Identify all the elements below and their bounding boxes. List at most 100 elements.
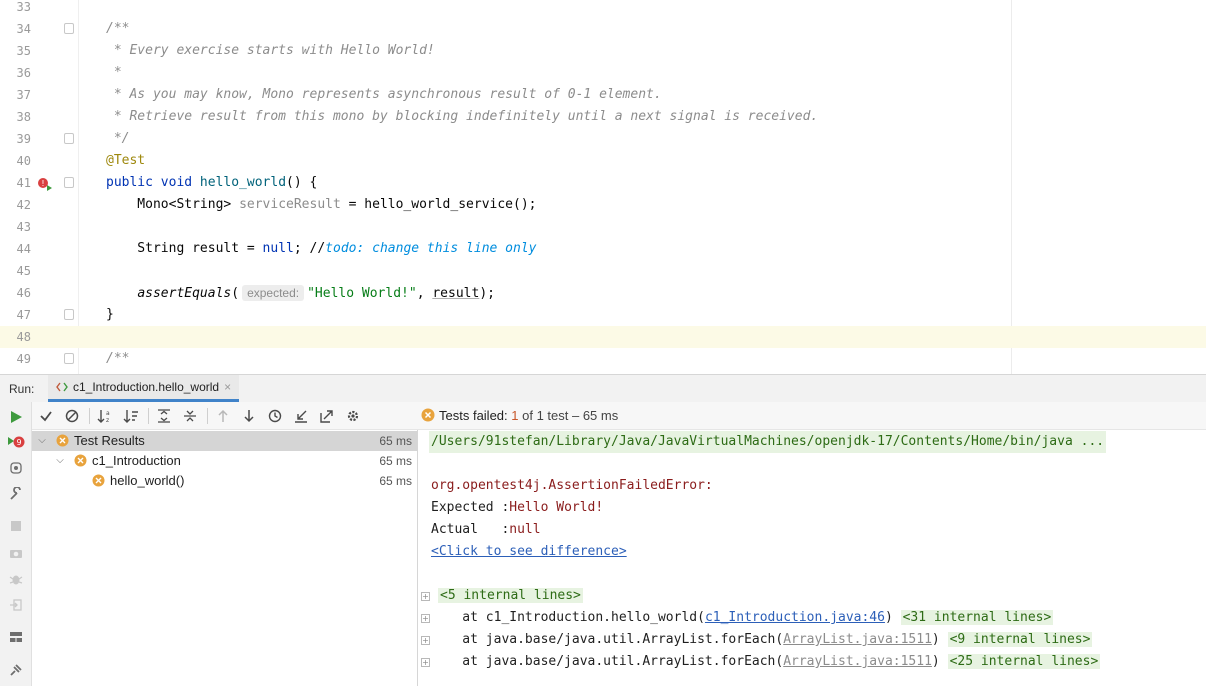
close-icon[interactable]: × [224,380,231,394]
fold-marker-icon[interactable] [64,177,74,188]
line-number: 46 [16,286,31,300]
run-label: Run: [9,382,35,396]
wrench-icon[interactable] [6,484,26,504]
expand-icon[interactable]: + [421,592,430,601]
fold-marker-icon[interactable] [64,133,74,144]
code-line[interactable]: 37 * As you may know, Mono represents as… [0,84,1206,106]
line-number: 45 [16,264,31,278]
expand-icon[interactable]: + [421,658,430,667]
code-line[interactable]: 34 /** [0,18,1206,40]
test-results-tree: ⌵ Test Results 65 ms ⌵ c1_Introduction 6… [32,430,418,686]
code-line[interactable]: 46 assertEquals(expected: "Hello World!",… [0,282,1206,304]
code-text: * [106,65,122,80]
console-actual-line: Actual :null [431,519,541,541]
source-link[interactable]: ArrayList.java:1511 [783,654,932,669]
see-difference-link[interactable]: <Click to see difference> [431,544,627,559]
sort-alpha-icon[interactable]: az [95,406,115,426]
todo-comment: todo: change this line only [325,241,537,256]
camera-icon[interactable] [6,543,26,563]
code-line[interactable]: 38 * Retrieve result from this mono by b… [0,106,1206,128]
console-output[interactable]: /Users/91stefan/Library/Java/JavaVirtual… [418,430,1206,686]
source-link[interactable]: ArrayList.java:1511 [783,632,932,647]
run-icon[interactable] [6,407,26,427]
prev-failed-icon[interactable] [213,406,233,426]
code-line[interactable]: 35 * Every exercise starts with Hello Wo… [0,40,1206,62]
code-line[interactable]: 36 * [0,62,1206,84]
code-text: @Test [106,153,146,168]
expand-icon[interactable]: + [421,614,430,623]
code-token: Mono<String> [106,197,240,212]
code-line[interactable]: 39 */ [0,128,1206,150]
pin-icon[interactable] [6,660,26,680]
console-diff-line: <Click to see difference> [431,541,627,563]
code-text: String result = null; //todo: change thi… [106,238,537,260]
chevron-down-icon[interactable]: ⌵ [36,431,48,451]
code-line[interactable]: 43 [0,216,1206,238]
cancel-icon[interactable] [62,406,82,426]
code-line[interactable]: 42 Mono<String> serviceResult = hello_wo… [0,194,1206,216]
fold-marker-icon[interactable] [64,23,74,34]
code-line[interactable]: 41 public void hello_world() { [0,172,1206,194]
line-number: 44 [16,242,31,256]
rerun-failed-icon[interactable]: 9 [6,432,26,452]
tree-row-test-method[interactable]: hello_world() 65 ms [32,471,417,491]
expand-all-icon[interactable] [154,406,174,426]
chevron-down-icon[interactable]: ⌵ [54,451,66,471]
tree-row-test-results[interactable]: ⌵ Test Results 65 ms [32,431,417,451]
internal-lines-fold[interactable]: <25 internal lines> [947,654,1101,669]
exit-icon[interactable] [6,595,26,615]
stop-icon[interactable] [6,516,26,536]
code-editor[interactable]: 33 34 /** 35 * Every exercise starts wit… [0,0,1206,374]
current-code-line[interactable]: 48 [0,326,1206,348]
fold-marker-icon[interactable] [64,309,74,320]
test-failed-icon [74,454,87,467]
run-config-tab[interactable]: c1_Introduction.hello_world × [48,375,240,402]
toolbar-separator [207,408,208,424]
internal-lines-fold[interactable]: <9 internal lines> [947,632,1093,647]
trace-text: ) [931,632,948,647]
code-token: = hello_world_service(); [340,197,537,212]
code-line[interactable]: 44 String result = null; //todo: change … [0,238,1206,260]
console-command-line[interactable]: /Users/91stefan/Library/Java/JavaVirtual… [429,431,1107,453]
line-number: 48 [16,330,31,344]
check-icon[interactable] [36,406,56,426]
code-text: public void hello_world() { [106,172,317,194]
settings-icon[interactable] [343,406,363,426]
svg-text:!: ! [41,179,44,188]
code-line[interactable]: 47 } [0,304,1206,326]
sort-duration-icon[interactable] [121,406,141,426]
line-number: 40 [16,154,31,168]
code-keyword: null [262,241,294,256]
import-tests-icon[interactable] [291,406,311,426]
code-line[interactable]: 45 [0,260,1206,282]
run-test-failed-gutter-icon[interactable]: ! [37,176,53,192]
internal-lines-fold[interactable]: <31 internal lines> [900,610,1054,625]
code-text: * Retrieve result from this mono by bloc… [106,109,819,124]
code-keyword: public void [106,175,200,190]
export-tests-icon[interactable] [317,406,337,426]
line-number: 39 [16,132,31,146]
expand-icon[interactable]: + [421,636,430,645]
console-expected-line: Expected :Hello World! [431,497,603,519]
tree-label: Test Results [74,433,145,448]
code-line[interactable]: 49 /** [0,348,1206,370]
test-class-icon [56,382,68,392]
test-failed-icon [92,474,105,487]
fold-marker-icon[interactable] [64,353,74,364]
source-link[interactable]: c1_Introduction.java:46 [705,610,885,625]
code-line[interactable]: 40 @Test [0,150,1206,172]
next-failed-icon[interactable] [239,406,259,426]
toggle-auto-test-icon[interactable] [6,458,26,478]
tree-row-test-class[interactable]: ⌵ c1_Introduction 65 ms [32,451,417,471]
collapse-all-icon[interactable] [180,406,200,426]
stack-trace-line: at c1_Introduction.hello_world(c1_Introd… [431,607,1054,629]
code-text: /** [106,21,130,36]
code-line[interactable]: 33 [0,0,1206,18]
trace-text: ) [884,610,901,625]
layout-icon[interactable] [6,627,26,647]
test-status-bar: Tests failed: 1 of 1 test – 65 ms [418,402,1206,430]
console-error-line: org.opentest4j.AssertionFailedError: [431,478,713,493]
internal-lines-fold[interactable]: <5 internal lines> [438,588,583,603]
debug-icon[interactable] [6,569,26,589]
history-icon[interactable] [265,406,285,426]
